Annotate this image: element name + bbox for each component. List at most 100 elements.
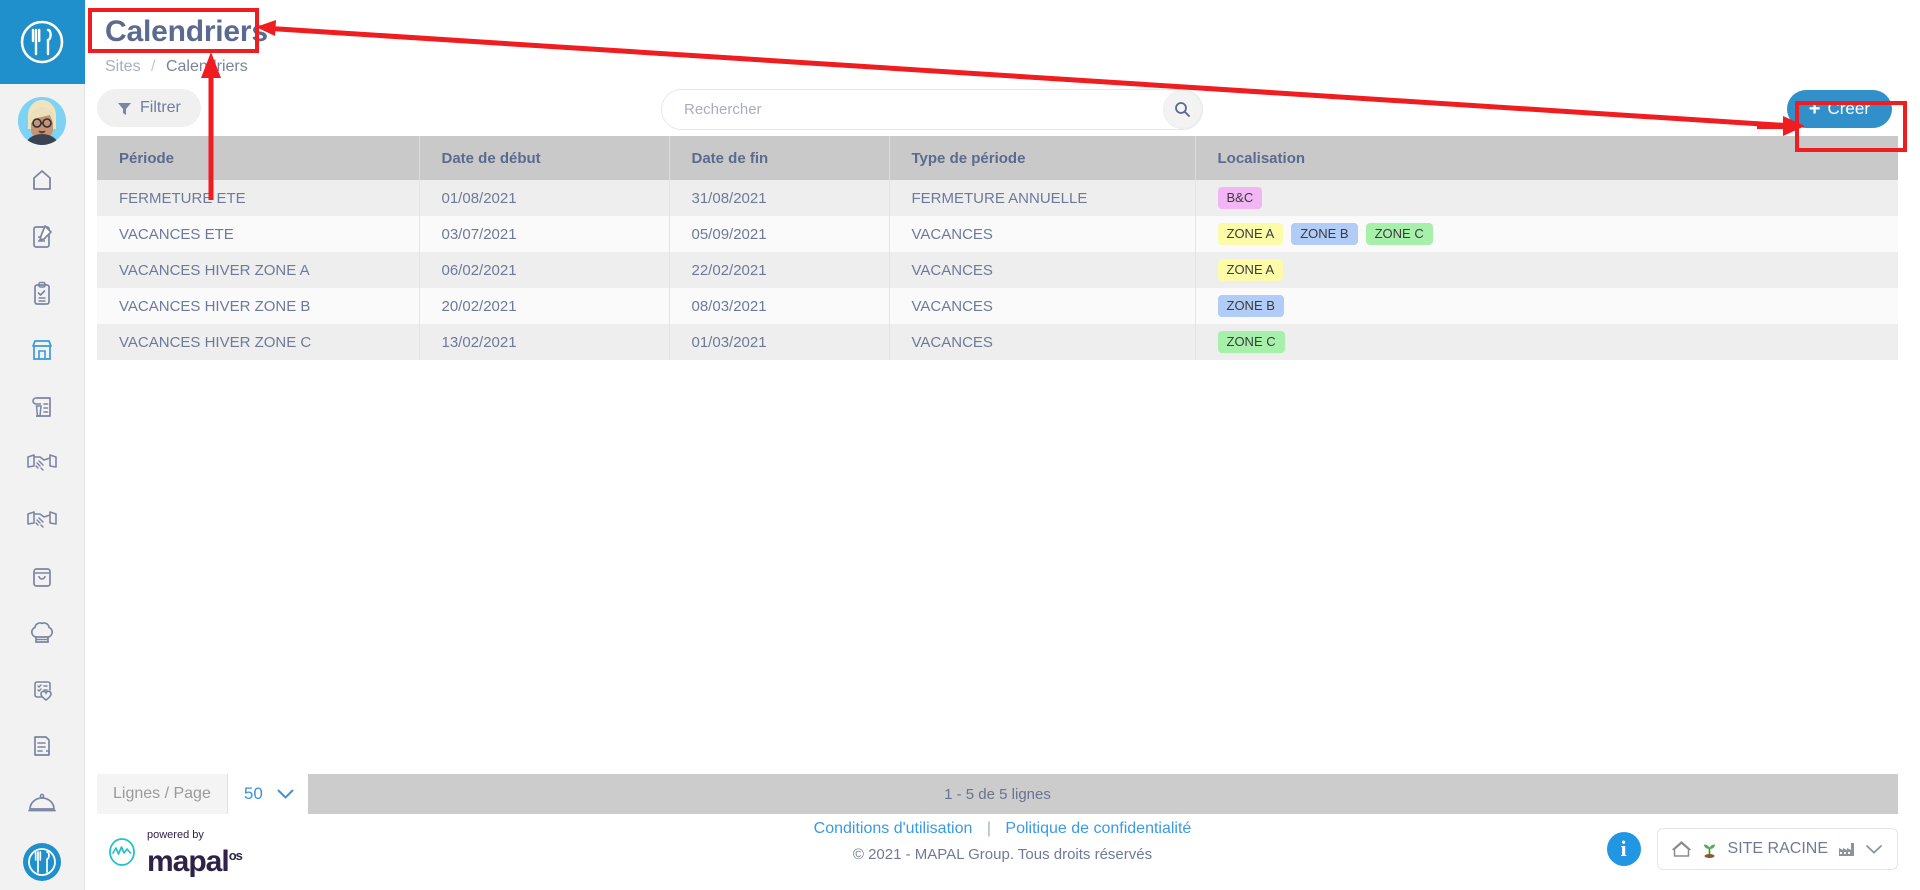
sidebar-item-favourites[interactable]: [0, 661, 85, 718]
cell-periode: VACANCES ETE: [97, 216, 419, 252]
handshake-icon: [26, 450, 58, 476]
sidebar-item-documents[interactable]: [0, 209, 85, 266]
search-input[interactable]: [661, 89, 1203, 130]
pagination-count: 1 - 5 de 5 lignes: [97, 774, 1898, 814]
cell-localisation: ZONE AZONE BZONE C: [1195, 216, 1898, 252]
cell-type: VACANCES: [889, 324, 1195, 360]
avatar[interactable]: [0, 90, 85, 152]
site-selector-label: SITE RACINE: [1728, 840, 1828, 858]
app-root: Calendriers Sites / Calendriers Filtrer: [0, 0, 1920, 890]
search-icon: [1174, 101, 1191, 118]
plus-icon: +: [1809, 99, 1821, 119]
cell-debut: 13/02/2021: [419, 324, 669, 360]
privacy-link[interactable]: Politique de confidentialité: [1005, 820, 1191, 837]
localisation-badge: ZONE C: [1218, 331, 1285, 353]
cell-localisation: ZONE C: [1195, 324, 1898, 360]
sidebar-item-service[interactable]: [0, 775, 85, 832]
sidebar-item-reports[interactable]: [0, 718, 85, 775]
cell-periode: VACANCES HIVER ZONE B: [97, 288, 419, 324]
table-container: Période Date de début Date de fin Type d…: [85, 136, 1920, 360]
column-header-type-periode[interactable]: Type de période: [889, 136, 1195, 180]
mapal-brand-suffix: os: [229, 848, 242, 863]
calendars-table: Période Date de début Date de fin Type d…: [97, 136, 1898, 360]
column-header-periode[interactable]: Période: [97, 136, 419, 180]
create-button-label: Créer: [1827, 99, 1870, 119]
sidebar-brand-logo[interactable]: [0, 0, 85, 84]
mapal-brand-text: mapal: [147, 845, 229, 878]
site-selector[interactable]: SITE RACINE: [1657, 828, 1898, 870]
cell-fin: 31/08/2021: [669, 180, 889, 216]
cell-fin: 05/09/2021: [669, 216, 889, 252]
cell-fin: 08/03/2021: [669, 288, 889, 324]
table-row[interactable]: VACANCES HIVER ZONE B20/02/202108/03/202…: [97, 288, 1898, 324]
cell-type: VACANCES: [889, 288, 1195, 324]
storefront-icon: [27, 335, 57, 365]
table-row[interactable]: VACANCES HIVER ZONE A06/02/202122/02/202…: [97, 252, 1898, 288]
mapal-wave-logo-icon: [105, 835, 139, 869]
cell-debut: 01/08/2021: [419, 180, 669, 216]
sidebar: [0, 0, 85, 890]
sidebar-item-home[interactable]: [0, 152, 85, 209]
clipboard-check-icon: [27, 279, 57, 309]
column-header-localisation[interactable]: Localisation: [1195, 136, 1898, 180]
localisation-badge: ZONE A: [1218, 259, 1284, 281]
column-header-date-debut[interactable]: Date de début: [419, 136, 669, 180]
table-header-row: Période Date de début Date de fin Type d…: [97, 136, 1898, 180]
create-button[interactable]: + Créer: [1787, 90, 1892, 128]
page-title: Calendriers: [97, 12, 1920, 52]
user-avatar-image: [18, 97, 66, 145]
sidebar-item-recipes[interactable]: [0, 605, 85, 662]
home-icon: [27, 165, 57, 195]
chef-hat-icon: [27, 618, 57, 648]
cell-debut: 20/02/2021: [419, 288, 669, 324]
filter-button[interactable]: Filtrer: [97, 89, 201, 127]
breadcrumb-parent[interactable]: Sites: [105, 58, 141, 75]
cell-debut: 06/02/2021: [419, 252, 669, 288]
sidebar-item-app-shortcut[interactable]: [0, 833, 85, 890]
info-icon[interactable]: i: [1607, 832, 1641, 866]
rows-per-page-select[interactable]: 50: [228, 774, 308, 814]
localisation-badge: ZONE B: [1291, 223, 1357, 245]
table-row[interactable]: VACANCES ETE03/07/202105/09/2021VACANCES…: [97, 216, 1898, 252]
footer-right: i SITE RACINE: [1607, 828, 1898, 870]
cell-debut: 03/07/2021: [419, 216, 669, 252]
localisation-badge: ZONE B: [1218, 295, 1284, 317]
mapal-brand: mapalos: [147, 843, 242, 875]
chevron-down-icon: [1865, 844, 1883, 855]
localisation-badge: B&C: [1218, 187, 1263, 209]
search-button[interactable]: [1163, 90, 1202, 129]
sidebar-item-checklists[interactable]: [0, 265, 85, 322]
cell-type: VACANCES: [889, 252, 1195, 288]
sidebar-item-receipts[interactable]: [0, 378, 85, 435]
chevron-down-icon: [277, 789, 294, 800]
sidebar-item-orders[interactable]: [0, 548, 85, 605]
cell-fin: 22/02/2021: [669, 252, 889, 288]
pagination-bar: Lignes / Page 50 1 - 5 de 5 lignes: [97, 774, 1898, 814]
factory-icon: [1837, 840, 1856, 859]
shopping-bag-icon: [27, 562, 57, 592]
filter-button-label: Filtrer: [140, 99, 181, 117]
cell-type: VACANCES: [889, 216, 1195, 252]
sidebar-item-sites[interactable]: [0, 322, 85, 379]
table-body: FERMETURE ETE01/08/202131/08/2021FERMETU…: [97, 180, 1898, 360]
breadcrumb-separator: /: [151, 58, 155, 75]
table-row[interactable]: VACANCES HIVER ZONE C13/02/202101/03/202…: [97, 324, 1898, 360]
file-text-icon: [27, 731, 57, 761]
list-heart-icon: [27, 675, 57, 705]
table-row[interactable]: FERMETURE ETE01/08/202131/08/2021FERMETU…: [97, 180, 1898, 216]
receipt-drink-icon: [27, 392, 57, 422]
terms-link[interactable]: Conditions d'utilisation: [814, 820, 973, 837]
cell-localisation: B&C: [1195, 180, 1898, 216]
sidebar-item-suppliers[interactable]: [0, 435, 85, 492]
footer-link-separator: |: [987, 820, 991, 837]
page-header: Calendriers Sites / Calendriers: [85, 0, 1920, 80]
cell-periode: VACANCES HIVER ZONE A: [97, 252, 419, 288]
sidebar-item-partners[interactable]: [0, 492, 85, 549]
cell-periode: FERMETURE ETE: [97, 180, 419, 216]
column-header-date-fin[interactable]: Date de fin: [669, 136, 889, 180]
table-head: Période Date de début Date de fin Type d…: [97, 136, 1898, 180]
cell-periode: VACANCES HIVER ZONE C: [97, 324, 419, 360]
cell-localisation: ZONE B: [1195, 288, 1898, 324]
breadcrumb-current: Calendriers: [166, 58, 248, 75]
cloche-icon: [26, 790, 58, 816]
